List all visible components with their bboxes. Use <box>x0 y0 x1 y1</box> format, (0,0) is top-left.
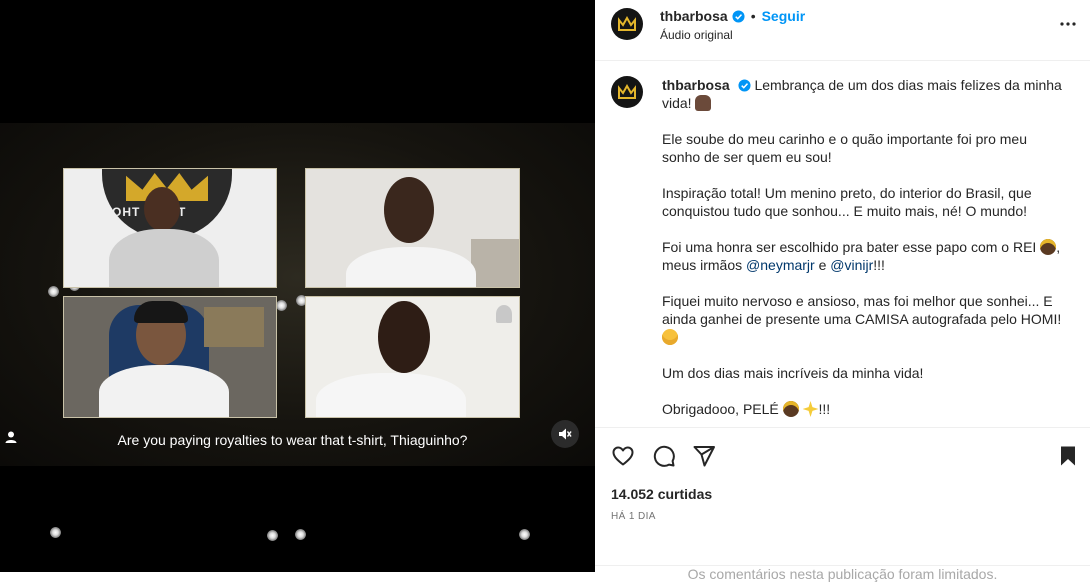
caption-section: thbarbosa Lembrança de um dos dias mais … <box>595 61 1090 427</box>
embrace-emoji-icon <box>695 95 712 111</box>
video-tile-top-left: OHT ƆIAHT <box>63 168 277 288</box>
frame-sparkle <box>519 529 530 540</box>
post-details-panel: thbarbosa • Seguir Áudio original thbarb… <box>595 0 1090 582</box>
more-options-icon[interactable] <box>1058 14 1078 34</box>
background-shelf <box>471 239 519 287</box>
person-body <box>99 365 229 417</box>
caption-text: thbarbosa Lembrança de um dos dias mais … <box>662 76 1062 427</box>
caption-text-segment: !!! <box>818 401 831 417</box>
heart-icon[interactable] <box>611 444 635 468</box>
crown-logo-icon <box>618 84 636 99</box>
mute-button[interactable] <box>551 420 579 448</box>
background-lamp <box>496 305 512 323</box>
caption-paragraph: Inspiração total! Um menino preto, do in… <box>662 185 1032 219</box>
cap <box>134 301 188 323</box>
caption-paragraph: Ele soube do meu carinho e o quão import… <box>662 131 1028 165</box>
mention-neymarjr[interactable]: @neymarjr <box>746 257 815 273</box>
frame-sparkle <box>267 530 278 541</box>
username-link[interactable]: thbarbosa <box>660 8 728 24</box>
video-player[interactable]: OHT ƆIAHT Are you paying royalties to we… <box>0 0 595 572</box>
mention-vinijr[interactable]: @vinijr <box>830 257 873 273</box>
sparkles-emoji-icon <box>802 401 819 417</box>
shelf-items <box>204 307 264 347</box>
speaker-muted-icon <box>559 428 572 440</box>
caption-text-segment: !!! <box>873 257 885 273</box>
avatar[interactable] <box>611 8 643 40</box>
post-header: thbarbosa • Seguir Áudio original <box>595 0 1090 61</box>
person-body <box>316 373 466 417</box>
video-tile-bottom-left <box>63 296 277 418</box>
king-emoji-icon <box>782 401 799 417</box>
comments-limited-notice: Os comentários nesta publicação foram li… <box>595 565 1090 582</box>
avatar[interactable] <box>611 76 643 108</box>
frame-sparkle <box>50 527 61 538</box>
caption-text-segment: Foi uma honra ser escolhido pra bater es… <box>662 239 1037 255</box>
send-icon[interactable] <box>692 444 716 468</box>
person-head <box>378 301 430 373</box>
video-tile-bottom-right <box>305 296 520 418</box>
follow-button[interactable]: Seguir <box>762 8 806 24</box>
person-head <box>384 177 434 243</box>
username-link[interactable]: thbarbosa <box>662 77 730 93</box>
crown-logo-icon <box>618 16 636 31</box>
frame-sparkle <box>295 529 306 540</box>
frame-sparkle <box>276 300 287 311</box>
frame-sparkle <box>48 286 59 297</box>
person-body <box>109 229 219 287</box>
verified-badge-icon <box>732 9 745 23</box>
caption-text-segment: Obrigadooo, PELÉ <box>662 401 779 417</box>
post-date[interactable]: HÁ 1 DIA <box>611 511 656 522</box>
comment-icon[interactable] <box>652 444 676 468</box>
video-subtitle: Are you paying royalties to wear that t-… <box>117 432 468 448</box>
post-actions: 14.052 curtidas HÁ 1 DIA Os comentários … <box>595 427 1090 582</box>
verified-badge-icon <box>738 79 751 92</box>
audio-link[interactable]: Áudio original <box>660 28 733 42</box>
likes-count[interactable]: 14.052 curtidas <box>611 486 712 502</box>
heart-eyes-emoji-icon <box>662 329 678 345</box>
caption-text-segment: Fiquei muito nervoso e ansioso, mas foi … <box>662 293 1062 327</box>
king-emoji-icon <box>1040 239 1057 255</box>
separator-dot: • <box>750 8 756 24</box>
video-tile-top-right <box>305 168 520 288</box>
header-name-row: thbarbosa • Seguir <box>660 8 805 24</box>
person-body <box>346 247 476 287</box>
bookmark-icon[interactable] <box>1056 444 1080 468</box>
caption-paragraph: Um dos dias mais incríveis da minha vida… <box>662 365 924 381</box>
caption-text-segment: e <box>818 257 827 273</box>
person-head <box>144 187 180 231</box>
